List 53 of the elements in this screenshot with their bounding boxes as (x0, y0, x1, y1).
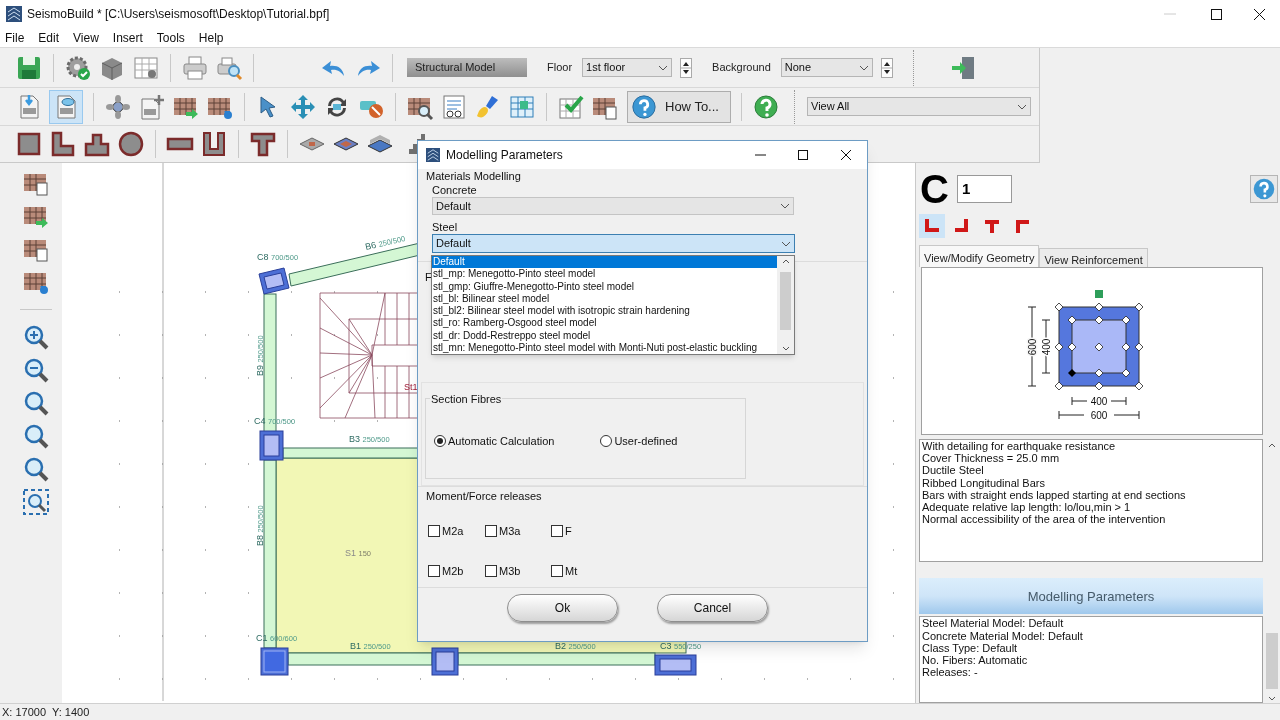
menu-item[interactable]: Insert (112, 28, 143, 47)
steel-dropdown[interactable]: Default (432, 234, 795, 253)
group-title: Materials Modelling (426, 170, 522, 183)
menu-item[interactable]: View (73, 28, 99, 47)
window-title: SeismoBuild * [C:\Users\seismosoft\Desktop\Tutorial.bpf] (27, 6, 330, 23)
structural-model-button[interactable]: Structural Model (407, 58, 527, 77)
checkbox-label[interactable]: Mt (565, 563, 578, 580)
element-number-field[interactable]: 1 (956, 175, 1012, 203)
menu-item[interactable]: Help (198, 28, 224, 47)
tab[interactable]: View Reinforcement (1039, 248, 1148, 267)
field-label: Concrete (432, 183, 478, 197)
stair-label: St1 (404, 382, 418, 392)
menu-item[interactable]: File (5, 28, 25, 47)
dialog-button[interactable]: Cancel (657, 594, 768, 622)
checkbox-label[interactable]: M3a (499, 522, 521, 539)
radio-label[interactable]: Automatic Calculation (448, 433, 555, 450)
menu-item[interactable]: Edit (38, 28, 60, 47)
view-dropdown[interactable]: View All (807, 97, 1031, 116)
concrete-dropdown[interactable]: Default (432, 197, 794, 215)
dropdown-option[interactable]: stl_dr: Dodd-Restreppo steel model (432, 329, 777, 342)
floor-label: Floor (547, 60, 573, 76)
tab[interactable]: View/Modify Geometry (919, 245, 1040, 267)
field-label: Steel (432, 220, 459, 234)
group-title: Moment/Force releases (426, 489, 543, 504)
element-type-letter: C (920, 169, 949, 209)
background-label: Background (712, 60, 771, 76)
properties-list: With detailing for earthquake resistance Cover Thickness = 25.0 mm Ductile Steel Ribbed Longitudinal Bars Bars with straight ends lapped starting at end sections Adequate relative lap length: lo/lou,min > 1 Normal accessibility of the area of the intervention (919, 439, 1263, 562)
dialog-title: Modelling Parameters (446, 147, 563, 164)
status-text: X: 17000 Y: 1400 (2, 704, 90, 720)
dimension-label: 400 (1041, 338, 1052, 356)
group-title: F (425, 271, 432, 283)
parameters-list: Steel Material Model: Default Concrete Material Model: Default Class Type: Default No. Fibers: Automatic Releases: - (919, 616, 1263, 703)
floor-dropdown[interactable]: 1st floor (582, 58, 673, 77)
checkbox-label[interactable]: F (565, 522, 572, 539)
how-to-button[interactable]: How To... (627, 90, 731, 123)
checkbox-label[interactable]: M2a (442, 522, 464, 539)
section-header: Modelling Parameters (919, 578, 1263, 615)
dimension-label: 600 (1090, 410, 1108, 421)
background-dropdown[interactable]: None (780, 58, 873, 77)
menu-item[interactable]: Tools (156, 28, 185, 47)
dropdown-option[interactable]: stl_mn: Menegotto-Pinto steel model with Monti-Nuti post-elastic buckling (432, 341, 777, 354)
dropdown-option[interactable]: stl_mp: Menegotto-Pinto steel model (432, 268, 777, 281)
dimension-label: 400 (1090, 396, 1108, 407)
checkbox-label[interactable]: M2b (442, 563, 464, 580)
dropdown-option[interactable]: stl_gmp: Giuffre-Menegotto-Pinto steel model (432, 280, 777, 293)
checkbox-label[interactable]: M3b (499, 563, 521, 580)
dimension-label: 600 (1027, 338, 1038, 356)
radio-label[interactable]: User-defined (614, 433, 678, 450)
dropdown-option[interactable]: stl_ro: Ramberg-Osgood steel model (432, 317, 777, 330)
dialog-button[interactable]: Ok (507, 594, 618, 622)
dropdown-option[interactable]: stl_bl2: Bilinear steel model with isotropic strain hardening (432, 305, 777, 318)
dropdown-option[interactable]: stl_bl: Bilinear steel model (432, 292, 777, 305)
dropdown-option[interactable]: Default (432, 256, 777, 269)
